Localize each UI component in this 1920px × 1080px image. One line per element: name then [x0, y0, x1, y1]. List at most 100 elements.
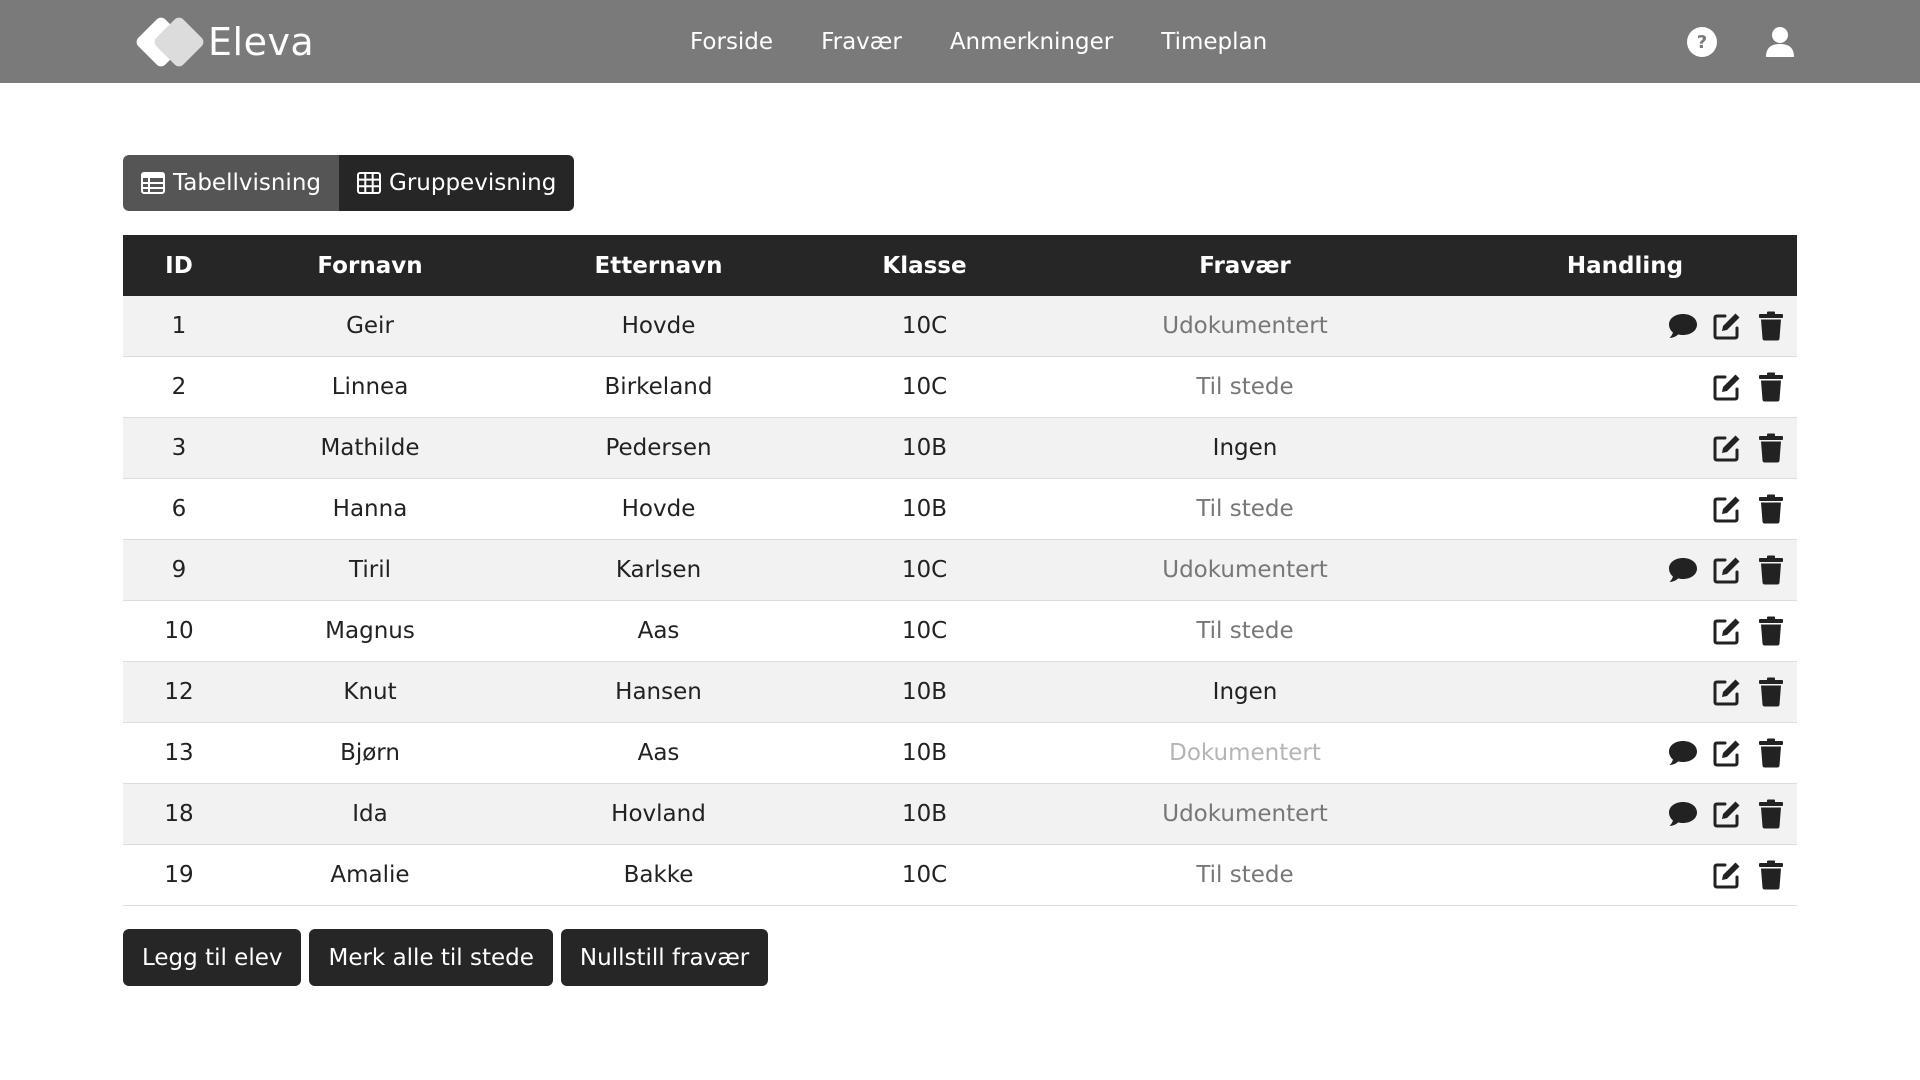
cell-id: 9 — [171, 557, 187, 583]
cell-actions — [1453, 311, 1797, 341]
cell-actions — [1453, 799, 1797, 829]
cell-absence: Udokumentert — [1162, 801, 1328, 827]
nav-link-fravaer[interactable]: Fravær — [821, 29, 902, 55]
reset-absence-button[interactable]: Nullstill fravær — [560, 929, 769, 986]
brand[interactable]: Eleva — [134, 14, 315, 69]
cell-first-name: Amalie — [330, 862, 410, 888]
edit-icon[interactable] — [1712, 677, 1742, 707]
table-row: 12 Knut Hansen 10B Ingen — [123, 662, 1797, 723]
cell-class: 10B — [901, 801, 948, 827]
trash-icon[interactable] — [1756, 555, 1786, 585]
group-view-label: Gruppevisning — [389, 170, 557, 196]
edit-icon[interactable] — [1712, 616, 1742, 646]
trash-icon[interactable] — [1756, 677, 1786, 707]
add-student-button[interactable]: Legg til elev — [123, 929, 302, 986]
trash-icon[interactable] — [1756, 494, 1786, 524]
navbar: Eleva Forside Fravær Anmerkninger Timepl… — [0, 0, 1920, 83]
cell-first-name: Linnea — [331, 374, 409, 400]
cell-first-name: Magnus — [325, 618, 415, 644]
cell-id: 13 — [164, 740, 194, 766]
cell-class: 10C — [901, 557, 948, 583]
trash-icon[interactable] — [1756, 860, 1786, 890]
cell-last-name: Aas — [637, 618, 680, 644]
cell-first-name: Ida — [352, 801, 388, 827]
trash-icon[interactable] — [1756, 616, 1786, 646]
nav-link-timeplan[interactable]: Timeplan — [1161, 29, 1267, 55]
view-toggle: Tabellvisning Gruppevisning — [123, 155, 575, 211]
comment-icon[interactable] — [1668, 555, 1698, 585]
cell-absence: Til stede — [1196, 862, 1294, 888]
cell-actions — [1453, 433, 1797, 463]
cell-last-name: Aas — [637, 740, 680, 766]
cell-id: 18 — [164, 801, 194, 827]
cell-absence: Dokumentert — [1169, 740, 1321, 766]
trash-icon[interactable] — [1756, 738, 1786, 768]
edit-icon[interactable] — [1712, 555, 1742, 585]
user-icon[interactable] — [1764, 26, 1796, 58]
cell-first-name: Bjørn — [340, 740, 400, 766]
cell-first-name: Hanna — [332, 496, 408, 522]
mark-all-present-button[interactable]: Merk alle til stede — [309, 929, 553, 986]
trash-icon[interactable] — [1756, 311, 1786, 341]
header-class[interactable]: Klasse — [812, 253, 1037, 279]
header-first-name[interactable]: Fornavn — [235, 253, 505, 279]
edit-icon[interactable] — [1712, 860, 1742, 890]
cell-id: 1 — [171, 313, 187, 339]
cell-actions — [1453, 616, 1797, 646]
table-actions: Legg til elev Merk alle til stede Nullst… — [123, 929, 769, 986]
cell-absence: Til stede — [1196, 618, 1294, 644]
trash-icon[interactable] — [1756, 799, 1786, 829]
nav-link-forside[interactable]: Forside — [690, 29, 773, 55]
header-id[interactable]: ID — [123, 253, 235, 279]
cell-absence: Ingen — [1212, 435, 1278, 461]
edit-icon[interactable] — [1712, 799, 1742, 829]
cell-last-name: Hovland — [611, 801, 706, 827]
cell-class: 10C — [901, 374, 948, 400]
edit-icon[interactable] — [1712, 494, 1742, 524]
cell-first-name: Geir — [346, 313, 394, 339]
comment-icon[interactable] — [1668, 738, 1698, 768]
svg-text:?: ? — [1697, 32, 1707, 53]
comment-icon[interactable] — [1668, 311, 1698, 341]
table-row: 6 Hanna Hovde 10B Til stede — [123, 479, 1797, 540]
cell-class: 10B — [901, 435, 948, 461]
table-view-label: Tabellvisning — [173, 170, 321, 196]
cell-first-name: Knut — [343, 679, 397, 705]
cell-last-name: Bakke — [623, 862, 694, 888]
cell-class: 10C — [901, 862, 948, 888]
comment-icon[interactable] — [1668, 799, 1698, 829]
cell-actions — [1453, 555, 1797, 585]
cell-class: 10C — [901, 313, 948, 339]
grid-icon — [357, 172, 381, 194]
header-absence[interactable]: Fravær — [1037, 253, 1453, 279]
trash-icon[interactable] — [1756, 372, 1786, 402]
table-view-button[interactable]: Tabellvisning — [123, 155, 339, 211]
cell-class: 10B — [901, 679, 948, 705]
table-list-icon — [141, 172, 165, 194]
edit-icon[interactable] — [1712, 738, 1742, 768]
table-row: 13 Bjørn Aas 10B Dokumentert — [123, 723, 1797, 784]
header-last-name[interactable]: Etternavn — [505, 253, 812, 279]
brand-name: Eleva — [208, 19, 315, 64]
cell-class: 10B — [901, 496, 948, 522]
cell-absence: Ingen — [1212, 679, 1278, 705]
trash-icon[interactable] — [1756, 433, 1786, 463]
help-icon[interactable]: ? — [1686, 26, 1718, 58]
cell-last-name: Birkeland — [604, 374, 713, 400]
group-view-button[interactable]: Gruppevisning — [339, 155, 575, 211]
edit-icon[interactable] — [1712, 372, 1742, 402]
eleva-logo-icon — [134, 14, 206, 69]
cell-last-name: Hovde — [621, 496, 696, 522]
cell-id: 6 — [171, 496, 187, 522]
cell-id: 2 — [171, 374, 187, 400]
edit-icon[interactable] — [1712, 433, 1742, 463]
table-header: ID Fornavn Etternavn Klasse Fravær Handl… — [123, 235, 1797, 296]
cell-actions — [1453, 677, 1797, 707]
cell-last-name: Hovde — [621, 313, 696, 339]
cell-last-name: Pedersen — [605, 435, 712, 461]
table-row: 19 Amalie Bakke 10C Til stede — [123, 845, 1797, 906]
edit-icon[interactable] — [1712, 311, 1742, 341]
cell-first-name: Tiril — [349, 557, 391, 583]
cell-id: 12 — [164, 679, 194, 705]
nav-link-anmerkninger[interactable]: Anmerkninger — [950, 29, 1113, 55]
